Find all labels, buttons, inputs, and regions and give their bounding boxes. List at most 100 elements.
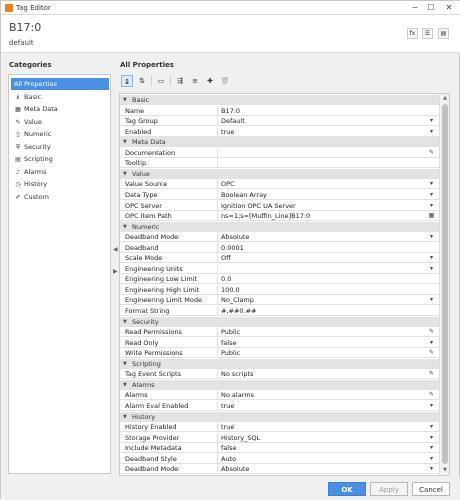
sort-alpha-icon[interactable]: ⇅ bbox=[136, 75, 148, 87]
property-value[interactable]: 0.0 bbox=[221, 274, 426, 284]
dropdown-arrow-icon[interactable]: ▾ bbox=[427, 201, 436, 211]
collapse-left-icon[interactable]: ◀ bbox=[113, 246, 118, 253]
dropdown-arrow-icon[interactable]: ▾ bbox=[427, 190, 436, 200]
dropdown-arrow-icon[interactable]: ▾ bbox=[427, 401, 436, 411]
property-value[interactable]: B17:0 bbox=[221, 106, 426, 116]
property-value[interactable]: No_Clamp bbox=[221, 295, 426, 305]
property-value[interactable]: true bbox=[221, 401, 426, 411]
property-value[interactable]: ns=1;s=[Muffin_Line]B17:0 bbox=[221, 211, 426, 221]
property-value[interactable]: false bbox=[221, 338, 426, 348]
section-toggle-icon[interactable]: ▼ bbox=[123, 137, 127, 147]
section-toggle-icon[interactable]: ▼ bbox=[123, 412, 127, 422]
property-value[interactable]: No alarms bbox=[221, 390, 426, 400]
property-value[interactable]: 0.0001 bbox=[221, 243, 426, 253]
dropdown-arrow-icon[interactable]: ▾ bbox=[427, 116, 436, 126]
edit-pencil-icon[interactable]: ✎ bbox=[427, 327, 436, 337]
property-value[interactable]: true bbox=[221, 422, 426, 432]
edit-pencil-icon[interactable]: ✎ bbox=[427, 148, 436, 158]
property-value[interactable]: Off bbox=[221, 253, 426, 263]
category-security[interactable]: ⛨ Security bbox=[11, 141, 109, 153]
collapse-all-icon[interactable]: ▭ bbox=[155, 75, 167, 87]
section-security[interactable]: ▼ Security bbox=[120, 316, 439, 327]
section-numeric[interactable]: ▼ Numeric bbox=[120, 221, 439, 232]
add-property-icon[interactable]: ✚ bbox=[204, 75, 216, 87]
category-basic[interactable]: ℹ Basic bbox=[11, 91, 109, 103]
json-view-icon[interactable]: ☰ bbox=[422, 28, 433, 39]
property-value[interactable]: Ignition OPC UA Server bbox=[221, 201, 426, 211]
filter-icon[interactable]: ≡ bbox=[189, 75, 201, 87]
section-toggle-icon[interactable]: ▼ bbox=[123, 95, 127, 105]
section-toggle-icon[interactable]: ▼ bbox=[123, 380, 127, 390]
property-value[interactable]: 100.0 bbox=[221, 285, 426, 295]
dropdown-arrow-icon[interactable]: ▾ bbox=[427, 338, 436, 348]
section-basic[interactable]: ▼ Basic bbox=[120, 95, 439, 105]
cancel-button[interactable]: Cancel bbox=[412, 482, 450, 496]
dropdown-arrow-icon[interactable]: ▾ bbox=[427, 264, 436, 274]
minimize-button[interactable]: ─ bbox=[409, 2, 421, 13]
vertical-scrollbar[interactable]: ▲ ▼ bbox=[439, 94, 449, 475]
section-toggle-icon[interactable]: ▼ bbox=[123, 317, 127, 327]
section-toggle-icon[interactable]: ▼ bbox=[123, 359, 127, 369]
column-divider bbox=[217, 400, 218, 411]
category-meta-data[interactable]: ▦ Meta Data bbox=[11, 103, 109, 115]
dropdown-arrow-icon[interactable]: ▾ bbox=[427, 253, 436, 263]
property-value[interactable]: History_SQL bbox=[221, 433, 426, 443]
property-value[interactable] bbox=[221, 148, 426, 158]
tag-info-icon[interactable]: ▤ bbox=[438, 28, 449, 39]
category-custom[interactable]: ✐ Custom bbox=[11, 191, 109, 203]
property-value[interactable]: Public bbox=[221, 327, 426, 337]
property-value[interactable] bbox=[221, 264, 426, 274]
category-history[interactable]: ◷ History bbox=[11, 178, 109, 190]
dropdown-arrow-icon[interactable]: ▾ bbox=[427, 422, 436, 432]
section-meta-data[interactable]: ▼ Meta Data bbox=[120, 137, 439, 148]
sort-categorized-icon[interactable]: ↨ bbox=[121, 75, 133, 87]
property-value[interactable]: Auto bbox=[221, 454, 426, 464]
expand-all-icon[interactable]: ⇶ bbox=[174, 75, 186, 87]
property-value[interactable]: Absolute bbox=[221, 464, 426, 474]
dropdown-arrow-icon[interactable]: ▾ bbox=[427, 179, 436, 189]
property-value[interactable]: #,##0.## bbox=[221, 306, 426, 316]
dropdown-arrow-icon[interactable]: ▾ bbox=[427, 295, 436, 305]
dropdown-arrow-icon[interactable]: ▾ bbox=[427, 433, 436, 443]
category-numeric[interactable]: ▯ Numeric bbox=[11, 128, 109, 140]
section-toggle-icon[interactable]: ▼ bbox=[123, 222, 127, 232]
category-all-properties[interactable]: All Properties bbox=[11, 78, 109, 90]
collapse-right-icon[interactable]: ▶ bbox=[113, 268, 118, 275]
browse-icon[interactable]: ▦ bbox=[427, 211, 436, 221]
section-scripting[interactable]: ▼ Scripting bbox=[120, 358, 439, 369]
dropdown-arrow-icon[interactable]: ▾ bbox=[427, 464, 436, 474]
expression-icon[interactable]: fx bbox=[407, 28, 418, 39]
property-value[interactable]: No scripts bbox=[221, 369, 426, 379]
apply-button[interactable]: Apply bbox=[370, 482, 408, 496]
section-value[interactable]: ▼ Value bbox=[120, 168, 439, 179]
ok-button[interactable]: OK bbox=[328, 482, 366, 496]
delete-property-icon[interactable]: 🗑 bbox=[219, 75, 231, 87]
dropdown-arrow-icon[interactable]: ▾ bbox=[427, 443, 436, 453]
scrollbar-thumb[interactable] bbox=[442, 104, 448, 464]
property-value[interactable]: Public bbox=[221, 348, 426, 358]
property-value[interactable] bbox=[221, 158, 426, 168]
section-toggle-icon[interactable]: ▼ bbox=[123, 169, 127, 179]
dropdown-arrow-icon[interactable]: ▾ bbox=[427, 454, 436, 464]
section-history[interactable]: ▼ History bbox=[120, 411, 439, 422]
edit-pencil-icon[interactable]: ✎ bbox=[427, 369, 436, 379]
property-value[interactable]: Boolean Array bbox=[221, 190, 426, 200]
scroll-up-icon[interactable]: ▲ bbox=[440, 94, 449, 103]
property-value[interactable]: Absolute bbox=[221, 232, 426, 242]
property-value[interactable]: OPC bbox=[221, 179, 426, 189]
property-value[interactable]: true bbox=[221, 127, 426, 137]
section-alarms[interactable]: ▼ Alarms bbox=[120, 379, 439, 390]
property-value[interactable]: Default bbox=[221, 116, 426, 126]
dropdown-arrow-icon[interactable]: ▾ bbox=[427, 127, 436, 137]
edit-pencil-icon[interactable]: ✎ bbox=[427, 348, 436, 358]
toolbar-divider bbox=[170, 76, 171, 86]
edit-pencil-icon[interactable]: ✎ bbox=[427, 390, 436, 400]
maximize-button[interactable]: ☐ bbox=[425, 2, 437, 13]
category-scripting[interactable]: ▤ Scripting bbox=[11, 153, 109, 165]
scroll-down-icon[interactable]: ▼ bbox=[440, 466, 449, 475]
category-value[interactable]: ✎ Value bbox=[11, 116, 109, 128]
property-value[interactable]: false bbox=[221, 443, 426, 453]
dropdown-arrow-icon[interactable]: ▾ bbox=[427, 232, 436, 242]
close-button[interactable]: ✕ bbox=[443, 2, 455, 13]
category-alarms[interactable]: ♪ Alarms bbox=[11, 166, 109, 178]
